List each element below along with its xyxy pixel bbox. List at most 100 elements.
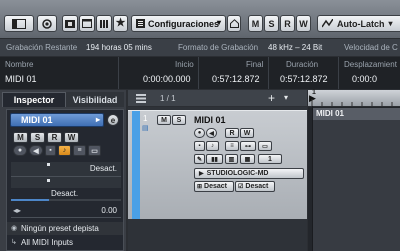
pan-section: Desact. (11, 188, 121, 202)
read-label: R (229, 129, 235, 137)
inspector-track-name-label: MIDI 01 (21, 115, 53, 125)
output-arrow-icon: ▶ (199, 171, 204, 177)
pan-handle[interactable] (47, 179, 50, 182)
volume-handle[interactable] (47, 163, 50, 166)
chevron-down-icon: ▾ (216, 18, 221, 27)
inspector-timebase-button[interactable]: ♪ (58, 145, 71, 156)
volume-section: Desact. (11, 162, 121, 188)
track-lock-button[interactable]: ▪ (194, 141, 205, 151)
midi-input-icon: ↳ (11, 239, 17, 246)
inspector-record-button[interactable]: ● (13, 145, 27, 156)
list-icon[interactable] (136, 94, 146, 103)
inspector-write-button[interactable]: W (64, 132, 79, 143)
track-input-selector-b[interactable]: ☑ Desact (235, 181, 275, 192)
track-freeze-button[interactable]: ▭ (258, 141, 272, 151)
window-icon (82, 19, 92, 28)
inspector-toggle-button[interactable] (4, 15, 34, 32)
midi-input-label: All MIDI Inputs (21, 238, 74, 247)
inspector-track-name[interactable]: MIDI 01 ▸ (10, 113, 104, 127)
ticket-button[interactable] (62, 15, 78, 32)
tab-visibility[interactable]: Visibilidad (66, 92, 124, 107)
delay-section: ◂▸ 0.00 (11, 204, 121, 218)
track-meter-button[interactable]: ▮▮ (206, 154, 223, 164)
info-value-name[interactable]: MIDI 01 (5, 74, 37, 84)
meter-icon: ▮▮ (211, 156, 218, 163)
automation-mode-dropdown[interactable]: Auto-Latch ▾ (317, 15, 400, 32)
pan-value[interactable]: Desact. (51, 189, 78, 198)
delay-value[interactable]: 0.00 (101, 206, 117, 215)
info-value-length[interactable]: 0:57:12.872 (280, 74, 328, 84)
track-solo-button[interactable]: S (172, 115, 186, 125)
track-record-button[interactable]: ● (194, 128, 205, 138)
track-name[interactable]: MIDI 01 (194, 115, 226, 125)
lock-icon: ▪ (49, 147, 52, 154)
preset-row[interactable]: ◉ Ningún preset depista (7, 222, 123, 235)
mixer-icon (100, 19, 108, 28)
folder-icon: ▭ (91, 147, 98, 155)
chevron-right-icon: ▸ (95, 115, 100, 124)
inspector-solo-button[interactable]: S (30, 132, 45, 143)
track-timebase-button[interactable]: ♪ (206, 141, 219, 151)
freeze-icon: ▭ (262, 143, 268, 150)
favorites-button[interactable]: ★ (113, 15, 128, 32)
track-row[interactable]: 1 ▤ M S MIDI 01 ● ◀ R W ▪ ♪ ≡ ⊶ ▭ ✎ ▮▮ ▥… (128, 110, 307, 219)
global-write-button[interactable]: W (296, 15, 311, 32)
track-mute-button[interactable]: M (157, 115, 171, 125)
global-read-button[interactable]: R (280, 15, 295, 32)
home-button[interactable] (227, 15, 241, 32)
column-divider (268, 57, 269, 89)
midi-input-row[interactable]: ↳ All MIDI Inputs (7, 236, 123, 249)
track-instrument-button[interactable]: ▥ (225, 154, 238, 164)
inspector-read-button[interactable]: R (47, 132, 62, 143)
track-edit-button[interactable]: ✎ (194, 154, 205, 164)
inspector-folder-button[interactable]: ▭ (88, 145, 101, 156)
track-selection-bar (132, 111, 140, 219)
midi-icon: ▦ (244, 156, 251, 163)
configurations-dropdown[interactable]: Configuraciones ▾ (131, 15, 226, 32)
lanes-icon: ≡ (77, 147, 82, 154)
info-header-end: Final (246, 60, 264, 69)
track-output-selector[interactable]: ▶ STUDIOLOGIC-MD (194, 168, 304, 179)
page-indicator: 1 / 1 (160, 94, 176, 103)
ruler-ticks (311, 99, 393, 106)
inspector-tabs: Inspector Visibilidad (2, 92, 126, 107)
automation-curve-icon (322, 19, 333, 28)
input-icon: ⊞ (197, 184, 203, 190)
window-button[interactable] (79, 15, 95, 32)
add-track-icon[interactable]: + (268, 91, 275, 105)
track-channel-selector[interactable]: 1 (258, 154, 282, 164)
arrange-area[interactable]: ▶ 1 MIDI 01 (308, 89, 400, 251)
volume-value[interactable]: Desact. (90, 164, 117, 173)
info-value-offset[interactable]: 0:00:0 (352, 74, 377, 84)
info-header-length: Duración (286, 60, 319, 69)
track-list: 1 ▤ M S MIDI 01 ● ◀ R W ▪ ♪ ≡ ⊶ ▭ ✎ ▮▮ ▥… (128, 107, 307, 251)
divider (11, 176, 121, 177)
global-solo-button[interactable]: S (264, 15, 279, 32)
column-divider (198, 57, 199, 89)
inspector-lock-button[interactable]: ▪ (45, 145, 56, 156)
info-line: Nombre Inicio Final Duración Desplazamie… (0, 57, 400, 89)
track-compare-button[interactable]: ⊶ (240, 141, 256, 151)
info-value-start[interactable]: 0:00:00.000 (143, 74, 191, 84)
track-lanes-button[interactable]: ≡ (225, 141, 239, 151)
tab-inspector[interactable]: Inspector (2, 92, 66, 107)
note-icon: ♪ (211, 143, 214, 149)
activate-button[interactable] (37, 15, 57, 32)
inspector-mute-button[interactable]: M (13, 132, 28, 143)
midi-part[interactable]: MIDI 01 (312, 108, 400, 251)
edit-instrument-button[interactable]: e (107, 114, 119, 126)
inspector-lanes-button[interactable]: ≡ (73, 145, 86, 156)
track-write-button[interactable]: W (240, 128, 254, 138)
note-icon: ♪ (62, 147, 67, 154)
track-input-selector-a[interactable]: ⊞ Desact (194, 181, 234, 192)
track-read-button[interactable]: R (225, 128, 239, 138)
timeline-ruler[interactable]: ▶ 1 (308, 89, 400, 107)
info-value-end[interactable]: 0:57:12.872 (212, 74, 260, 84)
global-mute-button[interactable]: M (248, 15, 263, 32)
track-midi-button[interactable]: ▦ (240, 154, 255, 164)
read-label: R (51, 133, 58, 142)
mixer-button[interactable] (96, 15, 112, 32)
inspector-monitor-button[interactable]: ◀ (29, 145, 43, 156)
track-monitor-button[interactable]: ◀ (206, 128, 217, 138)
chevron-down-icon[interactable]: ▾ (284, 93, 288, 102)
